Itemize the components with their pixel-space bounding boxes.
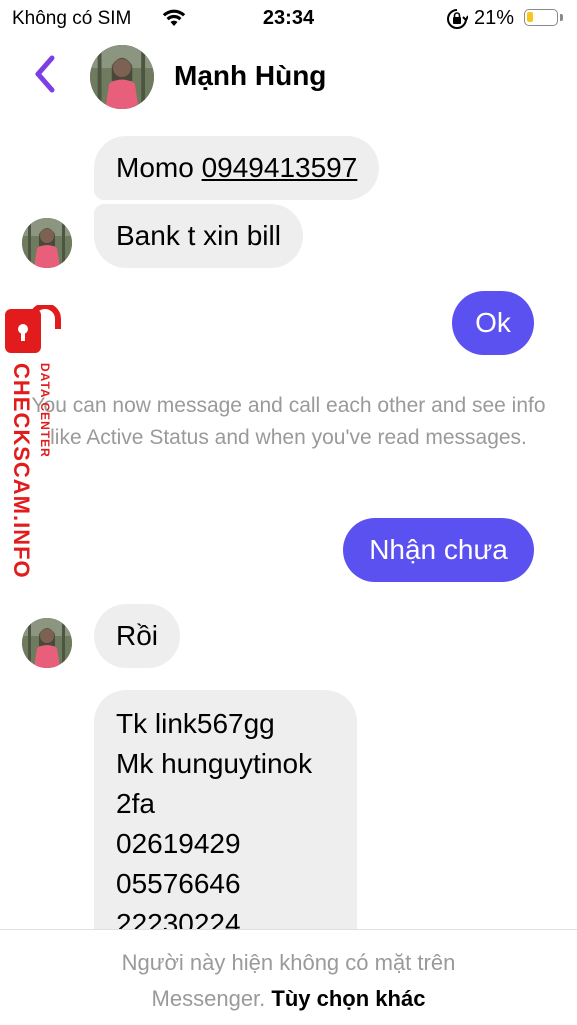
more-options-link[interactable]: Tùy chọn khác xyxy=(271,986,425,1011)
footer-notice-text: Người này hiện không có mặt trên xyxy=(121,950,456,975)
padlock-icon xyxy=(5,303,61,353)
back-button[interactable] xyxy=(26,52,66,98)
contact-avatar[interactable] xyxy=(90,45,154,109)
message-bubble-incoming[interactable]: Rồi xyxy=(94,604,180,668)
message-text: Bank t xin bill xyxy=(116,220,281,251)
status-bar: Không có SIM 23:34 21% xyxy=(0,0,577,40)
battery-level-fill xyxy=(527,12,533,22)
watermark-subtitle: DATA CENTER xyxy=(38,363,52,458)
orientation-lock-icon xyxy=(446,8,469,35)
message-text: Momo xyxy=(116,152,202,183)
phone-number-link[interactable]: 0949413597 xyxy=(202,152,358,183)
sender-avatar[interactable] xyxy=(22,218,72,268)
watermark: CHECKSCAM.INFO DATA CENTER xyxy=(2,303,62,595)
message-bubble-outgoing[interactable]: Ok xyxy=(452,291,534,355)
message-text: Ok xyxy=(475,307,511,338)
message-line: 05576646 xyxy=(116,868,241,899)
sender-avatar[interactable] xyxy=(22,618,72,668)
battery-percent: 21% xyxy=(474,7,515,29)
footer-notice: Người này hiện không có mặt trên Messeng… xyxy=(0,945,577,1017)
chevron-left-icon xyxy=(35,55,55,93)
message-line: Mk hunguytinok xyxy=(116,748,313,779)
connection-notice: You can now message and call each other … xyxy=(31,394,546,449)
conversation-header: Mạnh Hùng xyxy=(0,40,577,112)
message-bubble-outgoing[interactable]: Nhận chưa xyxy=(343,518,534,582)
message-bubble-incoming[interactable]: Momo 0949413597 xyxy=(94,136,380,200)
message-text: Rồi xyxy=(116,620,159,651)
battery-nub xyxy=(560,14,563,21)
message-text: Nhận chưa xyxy=(369,534,508,565)
unavailable-footer: Người này hiện không có mặt trên Messeng… xyxy=(0,929,577,1025)
battery-icon xyxy=(524,9,558,26)
contact-name[interactable]: Mạnh Hùng xyxy=(174,60,326,92)
footer-notice-text-2: Messenger. xyxy=(151,986,266,1011)
watermark-brand: CHECKSCAM.INFO xyxy=(9,363,34,579)
message-line: 02619429 xyxy=(116,828,241,859)
message-line: Tk link567gg xyxy=(116,708,275,739)
message-bubble-incoming[interactable]: Bank t xin bill xyxy=(94,204,303,268)
message-line: 2fa xyxy=(116,788,155,819)
